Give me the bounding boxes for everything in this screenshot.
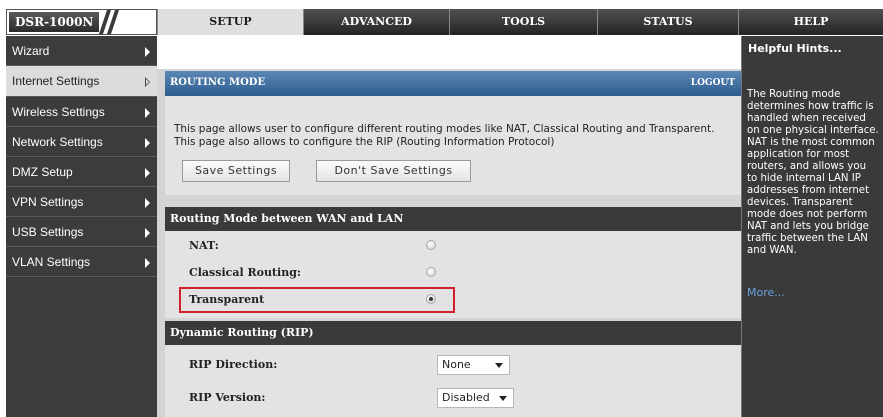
classical-routing-radio[interactable] [426, 267, 436, 277]
tab-status[interactable]: STATUS [597, 9, 738, 35]
sidebar-item-label: Network Settings [12, 135, 103, 149]
brand-logo: DSR-1000N [6, 9, 157, 35]
sidebar-item-label: Wizard [12, 44, 50, 58]
sidebar-item-dmz-setup[interactable]: DMZ Setup [6, 157, 157, 187]
tab-help[interactable]: HELP [738, 9, 883, 35]
rip-version-value: Disabled [442, 391, 490, 404]
description-line-1: This page allows user to configure diffe… [174, 123, 715, 135]
sidebar: Wizard Internet Settings Wireless Settin… [6, 36, 157, 417]
help-panel: Helpful Hints... The Routing mode determ… [741, 36, 883, 417]
rip-direction-label: RIP Direction: [189, 358, 278, 371]
chevron-down-icon [499, 396, 507, 401]
arrow-right-icon [145, 108, 150, 118]
arrow-right-icon [145, 47, 150, 57]
sidebar-item-vlan-settings[interactable]: VLAN Settings [6, 247, 157, 277]
help-text: The Routing mode determines how traffic … [747, 89, 879, 256]
nat-label: NAT: [189, 239, 219, 252]
wan-lan-section-header: Routing Mode between WAN and LAN [165, 207, 741, 231]
save-settings-button[interactable]: Save Settings [182, 160, 290, 182]
sidebar-item-label: Wireless Settings [12, 105, 105, 119]
tab-tools[interactable]: TOOLS [449, 9, 597, 35]
description-line-2: This page also allows to configure the R… [174, 136, 555, 148]
arrow-right-icon [145, 138, 150, 148]
help-title: Helpful Hints... [748, 42, 842, 55]
page-title: ROUTING MODE [170, 77, 266, 88]
routing-mode-panel: This page allows user to configure diffe… [165, 96, 741, 195]
page-description: This page allows user to configure diffe… [174, 123, 714, 149]
tab-setup[interactable]: SETUP [157, 9, 303, 35]
arrow-right-icon [145, 228, 150, 238]
arrow-right-outline-icon [145, 77, 150, 87]
brand-badge: DSR-1000N [9, 12, 99, 32]
sidebar-item-label: DMZ Setup [12, 165, 73, 179]
rip-direction-value: None [442, 358, 471, 371]
nat-radio[interactable] [426, 240, 436, 250]
main-content: ROUTING MODE LOGOUT This page allows use… [157, 36, 741, 417]
sidebar-item-usb-settings[interactable]: USB Settings [6, 217, 157, 247]
rip-section: RIP Direction: None RIP Version: Disable… [165, 345, 741, 417]
sidebar-item-internet-settings[interactable]: Internet Settings [6, 66, 157, 97]
sidebar-item-network-settings[interactable]: Network Settings [6, 127, 157, 157]
rip-version-select[interactable]: Disabled [437, 388, 514, 408]
logout-link[interactable]: LOGOUT [691, 78, 735, 88]
dont-save-settings-button[interactable]: Don't Save Settings [316, 160, 471, 182]
tab-advanced[interactable]: ADVANCED [303, 9, 449, 35]
sidebar-item-label: USB Settings [12, 225, 84, 239]
rip-version-label: RIP Version: [189, 391, 266, 404]
sidebar-item-vpn-settings[interactable]: VPN Settings [6, 187, 157, 217]
transparent-radio[interactable] [426, 294, 436, 304]
arrow-right-icon [145, 258, 150, 268]
sidebar-item-label: Internet Settings [12, 74, 100, 88]
rip-section-header: Dynamic Routing (RIP) [165, 321, 741, 345]
slash-logo-icon [99, 10, 119, 34]
classical-routing-label: Classical Routing: [189, 266, 301, 279]
chevron-down-icon [495, 363, 503, 368]
wan-lan-section: NAT: Classical Routing: Transparent [165, 231, 741, 318]
content-top-strip [157, 36, 741, 69]
transparent-label: Transparent [189, 293, 265, 306]
sidebar-item-label: VPN Settings [12, 195, 84, 209]
sidebar-item-wireless-settings[interactable]: Wireless Settings [6, 97, 157, 127]
arrow-right-icon [145, 168, 150, 178]
sidebar-item-label: VLAN Settings [12, 255, 91, 269]
arrow-right-icon [145, 198, 150, 208]
top-nav: SETUP ADVANCED TOOLS STATUS HELP [157, 9, 883, 35]
brand-model: DSR-1000N [15, 15, 94, 29]
help-more-link[interactable]: More... [747, 286, 785, 299]
sidebar-item-wizard[interactable]: Wizard [6, 36, 157, 66]
rip-direction-select[interactable]: None [437, 355, 510, 375]
routing-mode-header: ROUTING MODE LOGOUT [165, 71, 741, 96]
